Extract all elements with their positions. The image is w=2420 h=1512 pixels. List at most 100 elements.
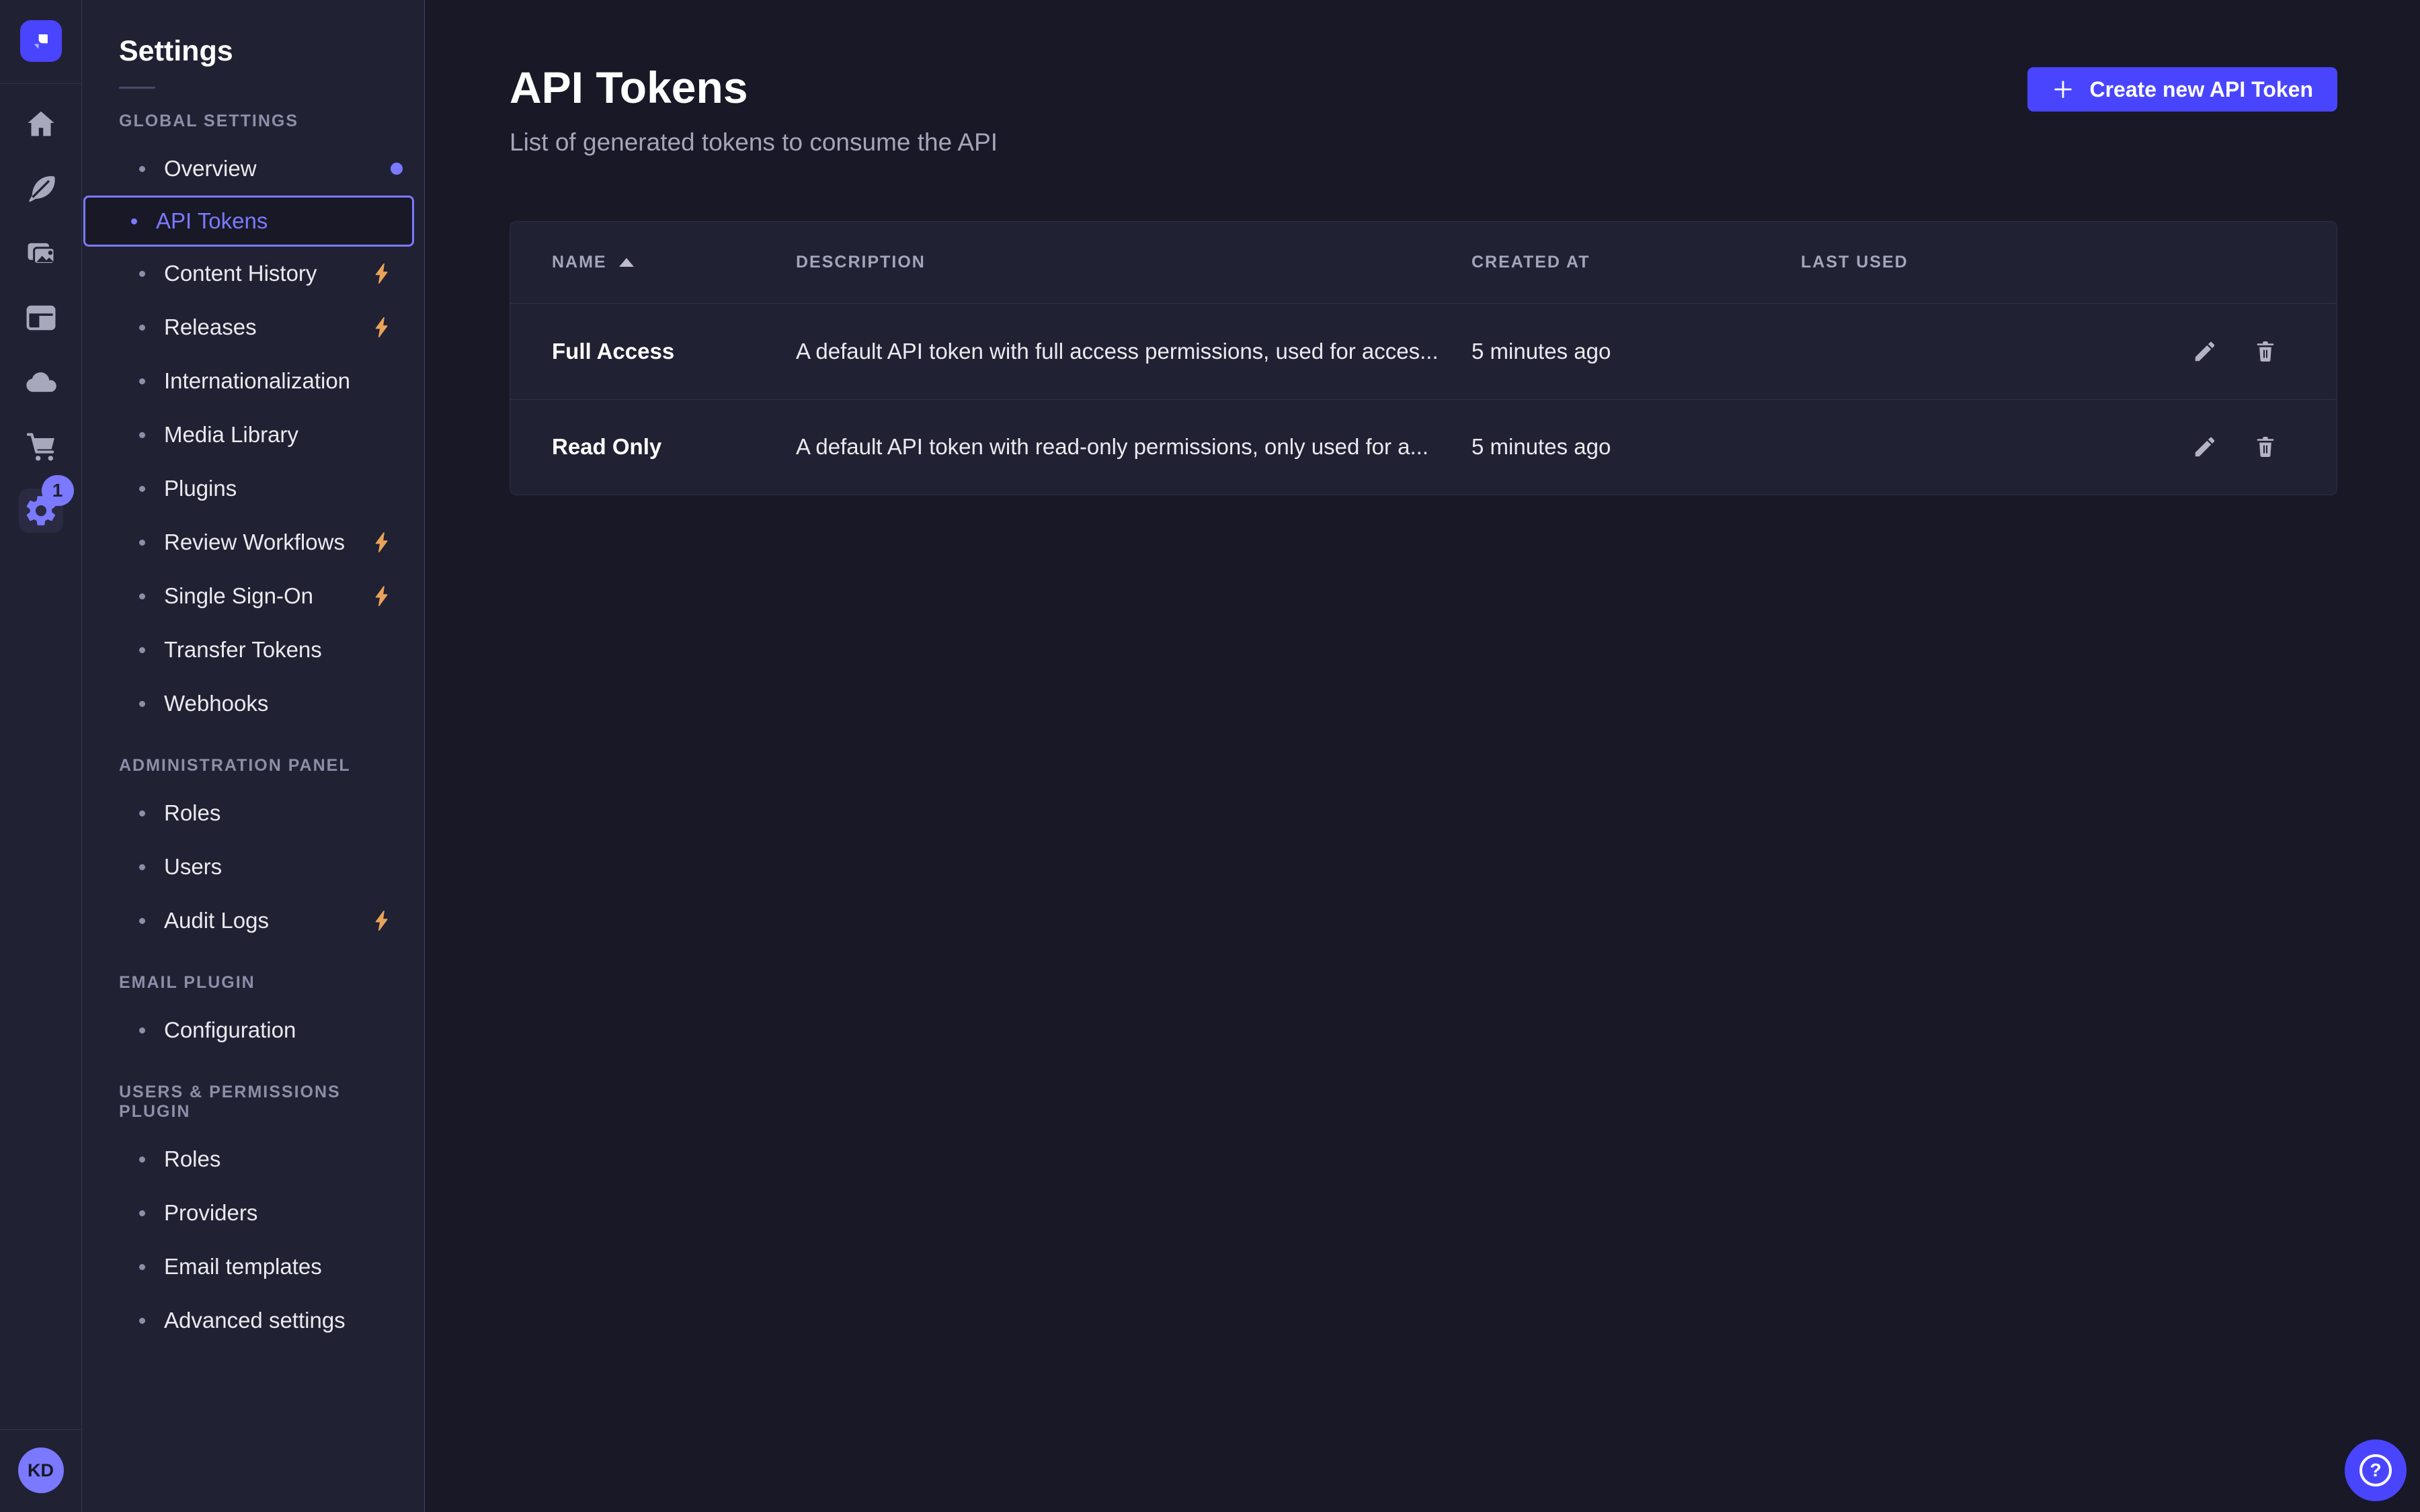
sidebar-item-label: Overview (164, 156, 257, 181)
delete-token-button[interactable] (2251, 432, 2280, 462)
row-actions (2090, 432, 2337, 462)
section-label: ADMINISTRATION PANEL (119, 756, 387, 775)
sidebar-item-label: Email templates (164, 1254, 322, 1279)
app-root: 1 KD Settings GLOBAL SETTINGS Overview A… (0, 0, 2420, 1512)
row-actions (2090, 337, 2337, 366)
trash-icon (2253, 434, 2278, 460)
divider (0, 83, 82, 84)
bullet-icon (139, 432, 145, 438)
sidebar-item-plugins[interactable]: Plugins (82, 462, 424, 515)
bullet-icon (139, 1210, 145, 1216)
sidebar-item-releases[interactable]: Releases (82, 300, 424, 354)
sidebar-item-label: Content History (164, 261, 317, 286)
sidebar-item-label: Releases (164, 314, 257, 340)
sidebar-item-review-workflows[interactable]: Review Workflows (82, 515, 424, 569)
bullet-icon (139, 271, 145, 277)
table-row-full-access[interactable]: Full Access A default API token with ful… (510, 304, 2337, 399)
bullet-icon (139, 378, 145, 384)
column-header-name[interactable]: NAME (552, 253, 796, 272)
plus-icon (2052, 78, 2074, 101)
create-api-token-label: Create new API Token (2089, 77, 2313, 102)
sidebar-item-internationalization[interactable]: Internationalization (82, 354, 424, 408)
sidebar-item-label: Media Library (164, 422, 298, 448)
column-header-description: DESCRIPTION (796, 253, 1471, 272)
settings-gear-icon[interactable]: 1 (19, 489, 63, 533)
sidebar-item-single-sign-on[interactable]: Single Sign-On (82, 569, 424, 623)
token-name: Full Access (552, 339, 796, 364)
edit-token-button[interactable] (2190, 432, 2220, 462)
create-api-token-button[interactable]: Create new API Token (2027, 67, 2337, 112)
sidebar-item-overview[interactable]: Overview (82, 142, 424, 196)
table-row-read-only[interactable]: Read Only A default API token with read-… (510, 399, 2337, 495)
sidebar-item-admin-roles[interactable]: Roles (82, 786, 424, 840)
bullet-icon (139, 864, 145, 870)
sidebar-item-up-roles[interactable]: Roles (82, 1132, 424, 1186)
premium-bolt-icon (370, 530, 395, 554)
section-label: EMAIL PLUGIN (119, 973, 387, 993)
section-label: USERS & PERMISSIONS PLUGIN (119, 1083, 387, 1122)
sidebar-item-label: Configuration (164, 1017, 296, 1043)
marketplace-cart-icon[interactable] (22, 428, 60, 466)
sidebar-item-admin-users[interactable]: Users (82, 840, 424, 894)
sidebar-item-label: Plugins (164, 476, 237, 501)
sidebar-item-email-templates[interactable]: Email templates (82, 1240, 424, 1294)
strapi-logo-icon[interactable] (20, 20, 62, 62)
sidebar-item-audit-logs[interactable]: Audit Logs (82, 894, 424, 948)
table-header-row: NAME DESCRIPTION CREATED AT LAST USED (510, 222, 2337, 304)
cloud-icon[interactable] (22, 364, 60, 401)
content-manager-icon[interactable] (22, 299, 60, 337)
pencil-icon (2192, 339, 2218, 364)
bullet-icon (139, 540, 145, 546)
sidebar-item-providers[interactable]: Providers (82, 1186, 424, 1240)
bullet-icon (139, 810, 145, 816)
sidebar-item-api-tokens[interactable]: API Tokens (83, 196, 414, 247)
bullet-icon (139, 1027, 145, 1034)
nav-section-global-settings: GLOBAL SETTINGS Overview API Tokens Cont… (82, 112, 424, 730)
bullet-icon (139, 486, 145, 492)
sidebar-item-content-history[interactable]: Content History (82, 247, 424, 300)
sidebar-item-label: Transfer Tokens (164, 637, 322, 663)
sidebar-item-label: Users (164, 854, 222, 880)
home-icon[interactable] (22, 106, 60, 143)
settings-notification-badge: 1 (42, 475, 74, 506)
content-type-builder-icon[interactable] (22, 170, 60, 208)
bullet-icon (139, 593, 145, 599)
page-subtitle: List of generated tokens to consume the … (510, 128, 998, 157)
edit-token-button[interactable] (2190, 337, 2220, 366)
nav-section-email-plugin: EMAIL PLUGIN Configuration (82, 973, 424, 1057)
help-button[interactable]: ? (2345, 1439, 2407, 1501)
sidebar-item-label: API Tokens (156, 208, 268, 234)
sidebar-item-label: Providers (164, 1200, 257, 1226)
main-content: API Tokens List of generated tokens to c… (425, 0, 2420, 1512)
divider (119, 87, 155, 89)
premium-bolt-icon (370, 584, 395, 608)
sidebar-item-advanced-settings[interactable]: Advanced settings (82, 1294, 424, 1347)
trash-icon (2253, 339, 2278, 364)
premium-bolt-icon (370, 261, 395, 286)
token-created-at: 5 minutes ago (1471, 434, 1801, 460)
strapi-logo-glyph (30, 30, 52, 52)
column-header-last-used: LAST USED (1801, 253, 2090, 272)
sidebar-item-email-configuration[interactable]: Configuration (82, 1003, 424, 1057)
sidebar-item-label: Roles (164, 800, 220, 826)
bullet-icon (139, 647, 145, 653)
settings-subnav: Settings GLOBAL SETTINGS Overview API To… (82, 0, 425, 1512)
sort-ascending-icon (619, 258, 634, 267)
user-avatar[interactable]: KD (18, 1447, 64, 1493)
subnav-title: Settings (119, 35, 424, 68)
bullet-icon (139, 918, 145, 924)
bullet-icon (139, 1157, 145, 1163)
sidebar-item-label: Internationalization (164, 368, 350, 394)
question-mark-icon: ? (2360, 1454, 2392, 1486)
media-library-icon[interactable] (22, 235, 60, 272)
token-description: A default API token with read-only permi… (796, 434, 1471, 460)
delete-token-button[interactable] (2251, 337, 2280, 366)
token-name: Read Only (552, 434, 796, 460)
sidebar-item-label: Advanced settings (164, 1308, 346, 1333)
sidebar-item-webhooks[interactable]: Webhooks (82, 677, 424, 730)
sidebar-item-media-library[interactable]: Media Library (82, 408, 424, 462)
api-tokens-table: NAME DESCRIPTION CREATED AT LAST USED Fu… (510, 221, 2337, 495)
sidebar-item-transfer-tokens[interactable]: Transfer Tokens (82, 623, 424, 677)
nav-section-administration-panel: ADMINISTRATION PANEL Roles Users Audit L… (82, 756, 424, 948)
token-created-at: 5 minutes ago (1471, 339, 1801, 364)
